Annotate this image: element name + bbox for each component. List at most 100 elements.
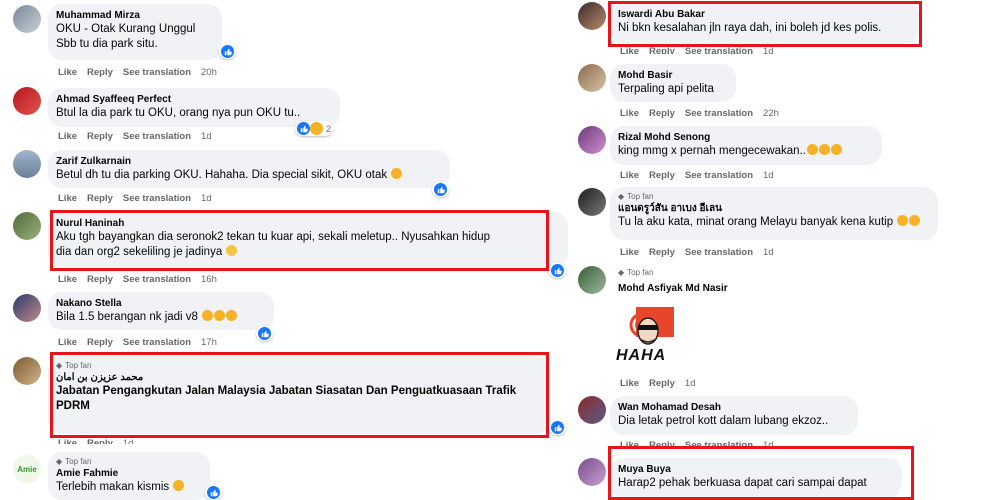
avatar[interactable] [13,212,41,240]
reply-button[interactable]: Reply [87,438,113,444]
commenter-name[interactable]: Muhammad Mirza [56,9,214,22]
like-button[interactable]: Like [620,247,639,258]
see-translation-button[interactable]: See translation [123,274,191,285]
top-fan-badge: ◆ Top fan [618,268,728,278]
comment-bubble: ◆ Top fan محمد عزيزن بن امان Jabatan Peng… [48,356,550,434]
see-translation-button[interactable]: See translation [685,108,753,119]
avatar[interactable] [578,2,606,30]
avatar[interactable] [13,5,41,33]
reply-button[interactable]: Reply [649,378,675,389]
see-translation-button[interactable]: See translation [685,440,753,446]
comment-text-line: Tu la aku kata, minat orang Melayu banya… [618,215,930,230]
avatar[interactable] [578,396,606,424]
like-reaction-icon [434,183,447,196]
avatar[interactable]: Amie [13,455,41,483]
timestamp[interactable]: 1d [763,247,774,258]
reaction-count: 2 [326,123,332,134]
reply-button[interactable]: Reply [649,247,675,258]
see-translation-button[interactable]: See translation [685,46,753,54]
like-button[interactable]: Like [620,170,639,181]
see-translation-button[interactable]: See translation [685,170,753,181]
like-button[interactable]: Like [620,440,639,446]
like-button[interactable]: Like [58,67,77,78]
commenter-name[interactable]: แอนดรูว์สัน อาเบง อีเลน [618,202,930,215]
timestamp[interactable]: 1d [123,438,134,444]
comment-actions: Like Reply See translation 1d [58,131,212,142]
comment-text: Terlebih makan kismis [56,481,170,493]
comment-text: dia dan org2 sekeliling je jadinya [56,246,223,258]
comment-bubble: ◆ Top fan Amie Fahmie Terlebih makan kism… [48,452,210,500]
avatar[interactable] [13,87,41,115]
timestamp[interactable]: 1d [201,193,212,204]
like-button[interactable]: Like [58,131,77,142]
commenter-name[interactable]: Muya Buya [618,463,894,476]
timestamp[interactable]: 17h [201,337,217,348]
like-button[interactable]: Like [58,337,77,348]
avatar[interactable] [13,294,41,322]
commenter-name[interactable]: Ahmad Syaffeeq Perfect [56,93,332,106]
commenter-name[interactable]: Zarif Zulkarnain [56,155,442,168]
reply-button[interactable]: Reply [87,193,113,204]
avatar[interactable] [578,188,606,216]
laugh-emoji-icon [226,310,238,321]
reply-button[interactable]: Reply [87,337,113,348]
commenter-name[interactable]: محمد عزيزن بن امان [56,371,542,384]
reply-button[interactable]: Reply [87,67,113,78]
right-comments-column: Iswardi Abu Bakar Ni bkn kesalahan jln r… [570,0,1000,500]
reaction-badge[interactable] [205,485,222,500]
avatar[interactable] [578,266,606,294]
commenter-name[interactable]: Wan Mohamad Desah [618,401,850,414]
see-translation-button[interactable]: See translation [123,131,191,142]
reaction-badge[interactable] [219,44,236,59]
comment-bubble: Mohd Basir Terpaling api pelita [610,64,736,102]
timestamp[interactable]: 22h [763,108,779,119]
commenter-name[interactable]: Amie Fahmie [56,467,202,480]
reaction-badge[interactable]: 2 [295,121,334,136]
reply-button[interactable]: Reply [87,131,113,142]
timestamp[interactable]: 1d [685,378,696,389]
haha-sticker[interactable]: HAHA [614,303,684,369]
comment-bubble: Iswardi Abu Bakar Ni bkn kesalahan jln r… [610,3,920,43]
avatar[interactable] [13,150,41,178]
timestamp[interactable]: 1d [763,440,774,446]
commenter-name[interactable]: Mohd Basir [618,69,728,82]
see-translation-button[interactable]: See translation [123,67,191,78]
avatar[interactable] [578,458,606,486]
comment-actions: Like Reply See translation 20h [58,67,217,78]
like-button[interactable]: Like [620,46,639,54]
timestamp[interactable]: 1d [201,131,212,142]
commenter-name[interactable]: Nakano Stella [56,297,266,310]
reaction-badge[interactable] [549,420,566,435]
see-translation-button[interactable]: See translation [123,337,191,348]
see-translation-button[interactable]: See translation [685,247,753,258]
like-button[interactable]: Like [58,193,77,204]
reaction-badge[interactable] [549,263,566,278]
commenter-name[interactable]: Nurul Haninah [56,217,560,230]
timestamp[interactable]: 1d [763,46,774,54]
commenter-name[interactable]: Rizal Mohd Senong [618,131,874,144]
like-button[interactable]: Like [58,274,77,285]
reply-button[interactable]: Reply [649,46,675,54]
timestamp[interactable]: 20h [201,67,217,78]
avatar[interactable] [13,357,41,385]
comment-text-line: Jabatan Pengangkutan Jalan Malaysia Jaba… [56,385,517,397]
commenter-name[interactable]: Mohd Asfiyak Md Nasir [618,282,728,295]
like-button[interactable]: Like [620,378,639,389]
reply-button[interactable]: Reply [87,274,113,285]
timestamp[interactable]: 16h [201,274,217,285]
see-translation-button[interactable]: See translation [123,193,191,204]
reply-button[interactable]: Reply [649,170,675,181]
reply-button[interactable]: Reply [649,108,675,119]
comment-bubble: Zarif Zulkarnain Betul dh tu dia parking… [48,150,450,188]
comment-actions: Like Reply 1d [58,438,133,444]
reaction-badge[interactable] [432,182,449,197]
commenter-name[interactable]: Iswardi Abu Bakar [618,8,912,21]
timestamp[interactable]: 1d [763,170,774,181]
avatar[interactable] [578,64,606,92]
like-button[interactable]: Like [58,438,77,444]
reply-button[interactable]: Reply [649,440,675,446]
reaction-badge[interactable] [256,326,273,341]
like-button[interactable]: Like [620,108,639,119]
avatar[interactable] [578,126,606,154]
comment-bubble: Nurul Haninah Aku tgh bayangkan dia sero… [48,212,568,268]
